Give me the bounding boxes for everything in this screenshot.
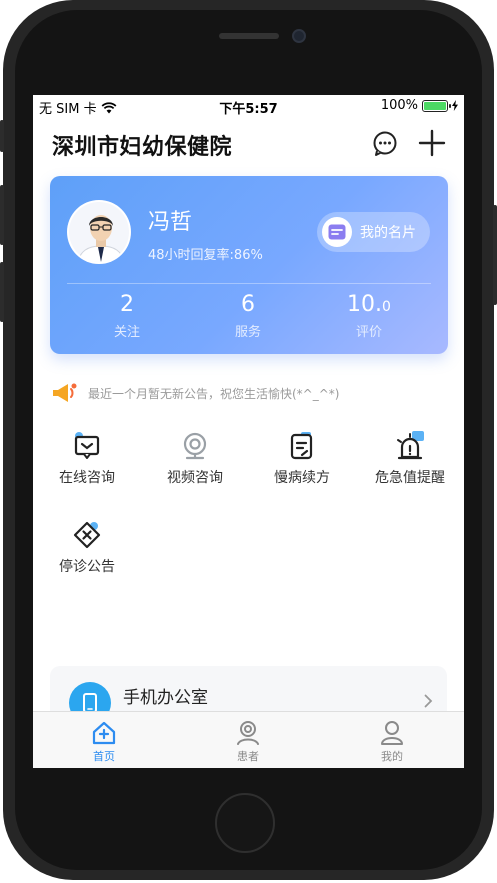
feature-video-consult[interactable]: 视频咨询 [145, 431, 245, 487]
business-card-icon [322, 217, 352, 247]
earpiece-speaker [219, 33, 279, 39]
chat-bubble-icon[interactable] [371, 129, 399, 157]
suspend-notice-icon [72, 520, 102, 550]
tab-patients-label: 患者 [237, 750, 259, 763]
stat-service-label: 服务 [234, 325, 261, 340]
stat-rating-label: 评价 [355, 325, 382, 340]
power-button [493, 205, 497, 305]
feature-label: 停诊公告 [59, 559, 115, 575]
doctor-name: 冯哲 [148, 210, 193, 235]
volume-up-button [0, 185, 4, 245]
alarm-light-icon [395, 431, 425, 461]
announcement-horn-icon [53, 383, 77, 402]
stat-follow[interactable]: 2 关注 [82, 292, 172, 340]
tab-patients[interactable]: 患者 [198, 712, 298, 768]
tab-home[interactable]: 首页 [54, 712, 154, 768]
patient-icon [235, 720, 261, 746]
tab-mine-label: 我的 [381, 750, 403, 763]
home-icon [91, 720, 117, 746]
chevron-right-icon [424, 694, 433, 708]
feature-chronic-renewal[interactable]: 慢病续方 [252, 431, 352, 487]
profile-icon [379, 720, 405, 746]
stat-follow-value: 2 [120, 292, 134, 317]
nav-bar: 深圳市妇幼保健院 [33, 121, 464, 165]
my-card-label: 我的名片 [360, 225, 416, 241]
feature-suspend-notice[interactable]: 停诊公告 [37, 520, 137, 576]
notice-text: 最近一个月暂无新公告，祝您生活愉快(*^_^*) [88, 386, 340, 401]
charging-bolt-icon [452, 100, 458, 111]
plus-icon[interactable] [418, 129, 446, 157]
volume-down-button [0, 262, 4, 322]
doctor-profile-card[interactable]: 冯哲 48小时回复率:86% 我的名片 2 关注 6 服务 10.0 评价 [50, 176, 448, 354]
tab-bar: 首页 患者 我的 [33, 711, 464, 768]
stat-rating[interactable]: 10.0 评价 [324, 292, 414, 340]
feature-label: 视频咨询 [167, 470, 223, 486]
stat-rating-value: 10.0 [347, 292, 391, 317]
prescription-icon [287, 431, 317, 461]
webcam-icon [180, 431, 210, 461]
mobile-office-title: 手机办公室 [123, 688, 208, 708]
tab-home-label: 首页 [93, 750, 115, 763]
feature-label: 危急值提醒 [375, 470, 445, 486]
tab-mine[interactable]: 我的 [342, 712, 442, 768]
feature-online-consult[interactable]: 在线咨询 [37, 431, 137, 487]
feature-label: 慢病续方 [274, 470, 330, 486]
message-box-icon [72, 431, 102, 461]
feature-critical-alert[interactable]: 危急值提醒 [360, 431, 460, 487]
avatar[interactable] [67, 200, 131, 264]
front-camera [292, 29, 306, 43]
home-button[interactable] [215, 793, 275, 853]
my-card-button[interactable]: 我的名片 [317, 212, 430, 252]
card-divider [67, 283, 431, 284]
stat-follow-label: 关注 [113, 325, 140, 340]
screen: 无 SIM 卡 下午5:57 100% 深圳市妇幼保健院 冯哲 48小时回复率:… [33, 95, 464, 768]
stat-service[interactable]: 6 服务 [203, 292, 293, 340]
status-bar: 无 SIM 卡 下午5:57 100% [33, 95, 464, 117]
battery-icon [422, 99, 451, 112]
mute-switch [0, 120, 4, 152]
battery-percent: 100% [380, 98, 418, 113]
reply-rate: 48小时回复率:86% [148, 248, 263, 263]
notice-bar[interactable]: 最近一个月暂无新公告，祝您生活愉快(*^_^*) [50, 381, 339, 405]
stat-service-value: 6 [241, 292, 255, 317]
feature-label: 在线咨询 [59, 470, 115, 486]
hospital-title: 深圳市妇幼保健院 [52, 135, 233, 160]
